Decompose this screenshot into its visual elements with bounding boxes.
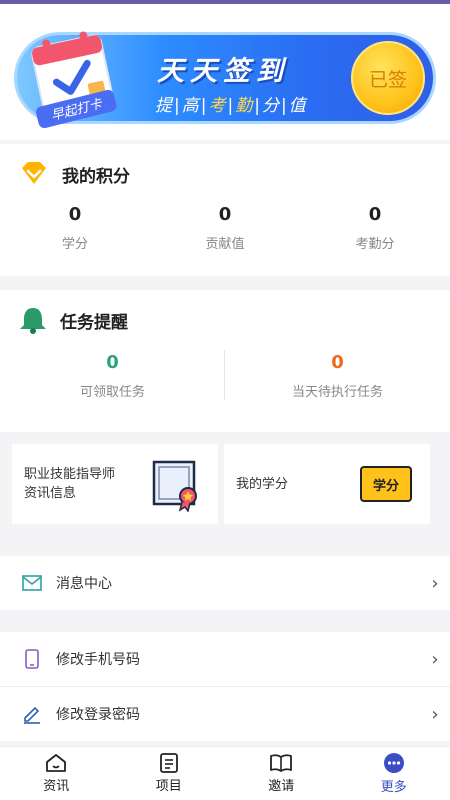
book-icon	[270, 754, 293, 772]
nav-tab-news[interactable]: 资讯	[0, 747, 113, 800]
chevron-right-icon: ›	[431, 572, 439, 594]
calendar-checkin-icon: 早起打卡	[31, 31, 117, 129]
diamond-icon	[22, 162, 46, 184]
messages-label: 消息中心	[56, 576, 112, 592]
tile-guide-info[interactable]: 职业技能指导师 资讯信息	[12, 444, 218, 524]
credit-ticket-icon: 学分	[360, 466, 412, 502]
tile-my-credits[interactable]: 我的学分 学分	[224, 444, 430, 524]
attendance-value: 0	[368, 204, 382, 225]
list-icon	[159, 753, 178, 773]
claimable-tasks-value: 0	[106, 352, 119, 373]
tasks-header: 任务提醒	[0, 290, 450, 350]
tile-my-credits-label: 我的学分	[236, 476, 289, 492]
pending-tasks-label: 当天待执行任务	[291, 385, 383, 400]
attendance-stat[interactable]: 0 考勤分	[300, 204, 450, 252]
credit-value: 0	[68, 204, 82, 225]
points-card: 我的积分 0 学分 0 贡献值 0 考勤分	[0, 144, 450, 276]
pending-tasks-stat[interactable]: 0 当天待执行任务	[225, 350, 450, 400]
claimable-tasks-label: 可领取任务	[79, 385, 145, 400]
attendance-label: 考勤分	[355, 237, 395, 252]
bottom-navigation: 资讯 项目 邀请 更多	[0, 746, 450, 800]
nav-tab-more[interactable]: 更多	[338, 747, 450, 800]
points-title: 我的积分	[62, 166, 130, 187]
points-header: 我的积分	[0, 144, 450, 204]
pending-tasks-value: 0	[331, 352, 344, 373]
tile-guide-info-label: 职业技能指导师 资讯信息	[24, 467, 116, 501]
bell-icon	[20, 308, 46, 334]
signin-banner-area: 天天签到 提|高|考|勤|分|值 已签 早起打卡	[0, 4, 450, 140]
contribution-label: 贡献值	[205, 237, 245, 252]
credit-stat[interactable]: 0 学分	[0, 204, 150, 252]
tasks-card: 任务提醒 0 可领取任务 0 当天待执行任务	[0, 290, 450, 432]
nav-tab-projects[interactable]: 项目	[113, 747, 226, 800]
tasks-divider	[224, 350, 225, 400]
change-password-label: 修改登录密码	[56, 707, 140, 723]
list-item-change-password[interactable]: 修改登录密码 ›	[0, 687, 450, 741]
signed-in-button[interactable]: 已签	[351, 41, 425, 115]
tasks-stats: 0 可领取任务 0 当天待执行任务	[0, 350, 450, 400]
more-icon	[383, 753, 404, 773]
nav-tab-invite[interactable]: 邀请	[225, 747, 338, 800]
home-icon	[46, 754, 67, 772]
chevron-right-icon: ›	[431, 648, 439, 670]
nav-projects-label: 项目	[155, 779, 182, 794]
credit-label: 学分	[61, 237, 88, 252]
change-phone-label: 修改手机号码	[56, 652, 140, 668]
feature-tiles: 职业技能指导师 资讯信息 我的学分 学分	[12, 444, 430, 524]
nav-more-label: 更多	[380, 780, 407, 795]
edit-icon	[24, 706, 40, 724]
certificate-icon	[152, 460, 197, 512]
nav-invite-label: 邀请	[268, 779, 295, 794]
mail-icon	[22, 575, 42, 591]
list-item-change-phone[interactable]: 修改手机号码 ›	[0, 632, 450, 686]
banner-subtitle: 提|高|考|勤|分|值	[155, 96, 308, 116]
tasks-title: 任务提醒	[60, 312, 128, 333]
list-item-messages[interactable]: 消息中心 ›	[0, 556, 450, 610]
contribution-value: 0	[218, 204, 232, 225]
contribution-stat[interactable]: 0 贡献值	[150, 204, 300, 252]
nav-news-label: 资讯	[43, 779, 70, 794]
banner-title: 天天签到	[157, 56, 289, 87]
points-stats: 0 学分 0 贡献值 0 考勤分	[0, 204, 450, 252]
chevron-right-icon: ›	[431, 703, 439, 725]
phone-icon	[25, 649, 39, 669]
claimable-tasks-stat[interactable]: 0 可领取任务	[0, 350, 225, 400]
